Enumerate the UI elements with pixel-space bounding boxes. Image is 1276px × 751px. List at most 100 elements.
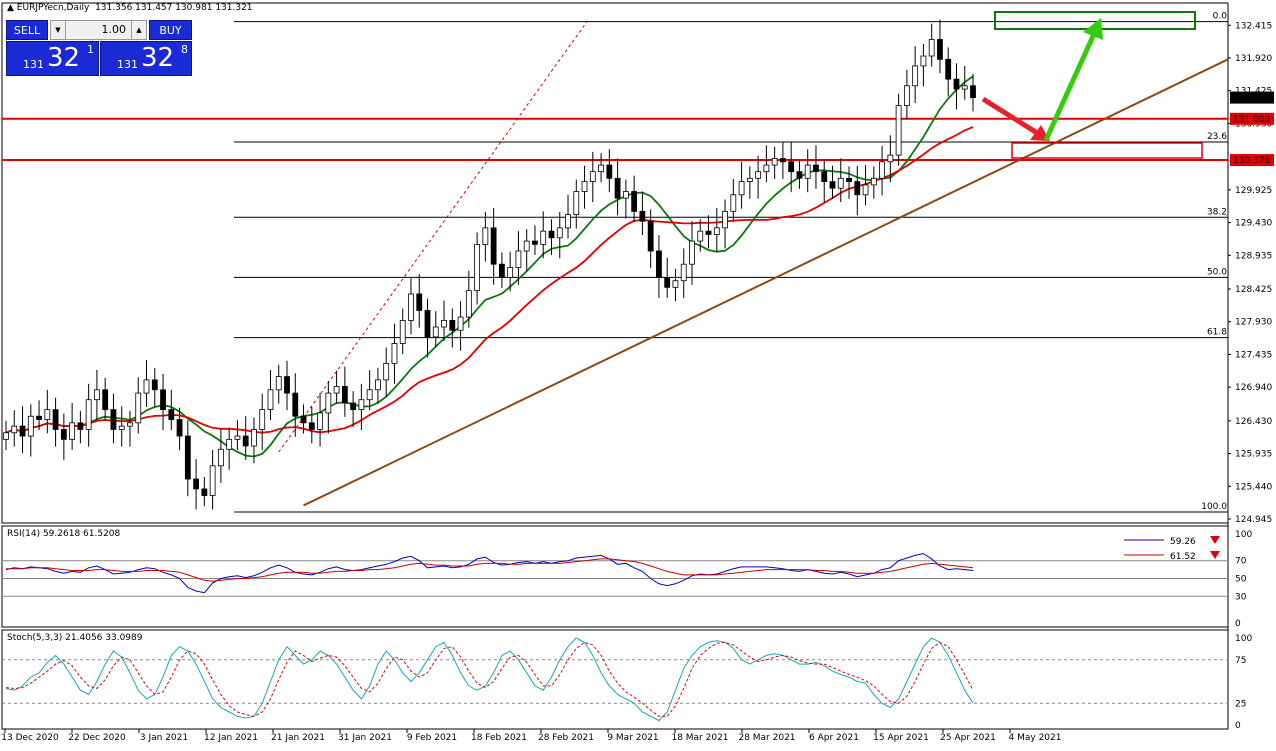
bear-candle (829, 181, 836, 189)
one-click-trading-panel: SELL ▼ 1.00 ▲ BUY 131 32 1 131 32 8 (6, 20, 192, 76)
bull-candle (598, 164, 604, 173)
rsi-down-triangle-icon (1210, 551, 1220, 559)
lot-decrease-icon[interactable]: ▼ (51, 21, 66, 39)
bull-candle (903, 85, 910, 106)
bid-price-button[interactable]: 131 32 1 (6, 41, 99, 76)
bear-candle (614, 177, 621, 199)
bear-candle (945, 58, 952, 80)
ask-prefix: 131 (117, 58, 138, 71)
bear-candle (639, 210, 646, 222)
bull-candle (383, 362, 390, 381)
ask-price-button[interactable]: 131 32 8 (100, 41, 192, 76)
bull-candle (507, 267, 514, 278)
lot-size-value[interactable]: 1.00 (67, 21, 130, 39)
buy-button[interactable]: BUY (149, 20, 192, 40)
bull-candle (763, 164, 770, 173)
stoch-y-tick-label: 100 (1235, 634, 1252, 644)
bull-candle (540, 230, 547, 245)
bull-candle (275, 376, 282, 391)
bear-candle (201, 488, 208, 496)
bear-candle (490, 227, 497, 265)
bull-candle (27, 415, 34, 437)
green-arrow-shaft (1043, 32, 1097, 142)
bull-candle (680, 263, 687, 282)
bull-candle (672, 280, 679, 288)
x-tick-label: 13 Dec 2020 (1, 733, 59, 743)
bull-candle (738, 181, 745, 196)
collapse-triangle-icon[interactable]: ▲ (7, 3, 14, 13)
x-tick-label: 9 Mar 2021 (607, 733, 658, 743)
last-price-label: 131.321 (1233, 94, 1270, 104)
bull-candle (465, 290, 472, 318)
bull-candle (209, 465, 216, 496)
stoch-y-tick-label: 0 (1235, 721, 1241, 731)
bear-candle (631, 191, 638, 212)
ohlc-values: 131.356 131.457 130.981 131.321 (95, 3, 253, 13)
bull-candle (862, 184, 869, 196)
x-tick-label: 12 Jan 2021 (204, 733, 258, 743)
bull-candle (44, 409, 51, 420)
bull-candle (573, 191, 580, 216)
bull-candle (3, 432, 9, 440)
y-tick-label: 129.925 (1235, 186, 1272, 196)
bear-candle (77, 422, 84, 430)
stoch-title: Stoch(5,3,3) 21.4056 33.0989 (7, 633, 143, 643)
bull-candle (251, 429, 257, 447)
bull-candle (928, 39, 935, 57)
bear-candle (341, 386, 348, 404)
rsi-series-line (6, 558, 974, 582)
x-tick-label: 3 Jan 2021 (140, 733, 188, 743)
bear-candle (176, 419, 183, 437)
bear-candle (193, 478, 199, 490)
bull-candle (441, 319, 447, 328)
rsi-title: RSI(14) 59.2618 61.5208 (7, 529, 121, 539)
lot-increase-icon[interactable]: ▲ (131, 21, 146, 39)
bull-candle (920, 55, 927, 67)
bear-candle (854, 181, 861, 196)
rsi-down-triangle-icon (1210, 536, 1220, 544)
bull-candle (85, 399, 92, 430)
bear-candle (19, 425, 26, 437)
bull-candle (895, 105, 902, 156)
bear-candle (102, 389, 109, 411)
bear-candle (647, 220, 654, 252)
bull-candle (118, 425, 125, 430)
bull-candle (887, 154, 894, 163)
symbol-name: EURJPYecn,Daily (16, 3, 90, 13)
sell-button[interactable]: SELL (6, 20, 48, 40)
x-tick-label: 21 Jan 2021 (271, 733, 325, 743)
bear-candle (52, 409, 59, 430)
bear-candle (813, 164, 819, 173)
bull-candle (746, 177, 753, 182)
y-tick-label: 131.920 (1235, 54, 1272, 64)
x-tick-label: 18 Feb 2021 (471, 733, 527, 743)
bull-candle (697, 230, 704, 242)
x-tick-label: 18 Mar 2021 (671, 733, 728, 743)
x-tick-label: 28 Mar 2021 (738, 733, 795, 743)
bear-candle (656, 250, 662, 278)
bid-pip: 1 (87, 43, 94, 56)
bear-candle (284, 376, 290, 394)
x-tick-label: 6 Apr 2021 (809, 733, 859, 743)
rsi-legend-value: 59.26 (1170, 537, 1196, 547)
x-tick-label: 9 Feb 2021 (407, 733, 457, 743)
y-tick-label: 132.415 (1235, 21, 1272, 31)
bull-candle (358, 399, 365, 411)
chart-window: 132.415131.920131.425130.930129.925129.4… (0, 0, 1276, 748)
bull-candle (722, 210, 728, 229)
bear-candle (292, 392, 299, 417)
lot-size-stepper[interactable]: ▼ 1.00 ▲ (50, 20, 147, 40)
bear-candle (350, 402, 357, 411)
fib-level-label: 0.0 (1213, 12, 1228, 22)
stoch-y-tick-label: 75 (1235, 656, 1246, 666)
rsi-legend-value: 61.52 (1170, 552, 1196, 562)
bull-candle (837, 177, 844, 189)
chart-canvas[interactable]: 132.415131.920131.425130.930129.925129.4… (0, 0, 1276, 748)
bear-candle (160, 389, 166, 411)
x-tick-label: 4 May 2021 (1009, 733, 1062, 743)
y-tick-label: 126.940 (1235, 383, 1272, 393)
bear-candle (937, 39, 943, 60)
bear-candle (532, 240, 538, 245)
bear-candle (788, 161, 795, 173)
y-tick-label: 126.430 (1235, 417, 1272, 427)
